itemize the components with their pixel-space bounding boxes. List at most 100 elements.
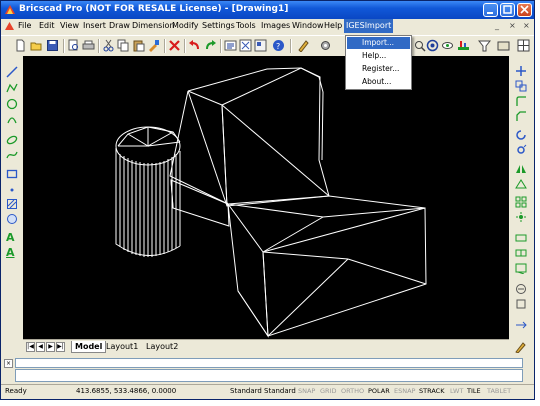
esnap-toggle[interactable]: ESNAP bbox=[394, 387, 415, 395]
rotate-icon[interactable] bbox=[515, 129, 527, 141]
hatch-tool-icon[interactable] bbox=[6, 198, 18, 210]
match-properties-icon[interactable] bbox=[147, 39, 160, 52]
trim-icon[interactable] bbox=[515, 262, 527, 274]
command-line-close-button[interactable]: × bbox=[4, 359, 13, 368]
print-icon[interactable] bbox=[82, 39, 95, 52]
text-tool-icon[interactable]: A bbox=[6, 231, 18, 244]
first-tab-button[interactable]: |◀ bbox=[26, 342, 35, 352]
lwt-toggle[interactable]: LWT bbox=[450, 387, 463, 395]
polar-toggle[interactable]: POLAR bbox=[368, 387, 390, 395]
zoom-icon[interactable] bbox=[413, 39, 426, 52]
pencil-icon[interactable] bbox=[297, 39, 310, 52]
stretch-icon[interactable] bbox=[515, 178, 527, 190]
tile-toggle[interactable]: TILE bbox=[467, 387, 481, 395]
lengthen-icon[interactable] bbox=[515, 319, 527, 331]
multiline-text-tool-icon[interactable]: A bbox=[6, 246, 18, 259]
document-icon[interactable] bbox=[4, 21, 15, 32]
menu-file[interactable]: File bbox=[18, 21, 31, 30]
fillet-icon[interactable] bbox=[515, 95, 527, 107]
menu-draw[interactable]: Draw bbox=[109, 21, 130, 30]
copy-icon[interactable] bbox=[117, 39, 130, 52]
print-preview-icon[interactable] bbox=[67, 39, 80, 52]
open-folder-icon[interactable] bbox=[30, 39, 43, 52]
delete-icon[interactable] bbox=[168, 39, 181, 52]
menu-images[interactable]: Images bbox=[261, 21, 290, 30]
text-style-indicator[interactable]: Standard bbox=[230, 387, 262, 395]
orbit-icon[interactable] bbox=[426, 39, 439, 52]
window-layout-icon[interactable] bbox=[517, 39, 530, 52]
menu-view[interactable]: View bbox=[60, 21, 79, 30]
prev-tab-button[interactable]: ◀ bbox=[36, 342, 45, 352]
move-icon[interactable] bbox=[515, 65, 527, 77]
help-icon[interactable]: ? bbox=[272, 39, 285, 52]
undo-icon[interactable] bbox=[188, 39, 201, 52]
menu-help[interactable]: Help bbox=[324, 21, 342, 30]
mdi-restore-button[interactable]: × bbox=[509, 21, 516, 30]
array-icon[interactable] bbox=[515, 196, 527, 208]
menu-dimension[interactable]: Dimension bbox=[132, 21, 175, 30]
settings-icon[interactable] bbox=[319, 39, 332, 52]
polyline-tool-icon[interactable] bbox=[6, 82, 18, 94]
redo-icon[interactable] bbox=[204, 39, 217, 52]
scale-icon[interactable] bbox=[515, 144, 527, 156]
visibility-icon[interactable] bbox=[441, 39, 454, 52]
arc-tool-icon[interactable] bbox=[6, 113, 18, 125]
last-tab-button[interactable]: ▶| bbox=[56, 342, 65, 352]
menu-item-register[interactable]: Register... bbox=[347, 63, 410, 75]
ortho-toggle[interactable]: ORTHO bbox=[341, 387, 364, 395]
edit-pencil-icon[interactable] bbox=[515, 341, 527, 353]
snap-toggle[interactable]: SNAP bbox=[298, 387, 315, 395]
menu-edit[interactable]: Edit bbox=[39, 21, 55, 30]
grid-toggle[interactable]: GRID bbox=[320, 387, 336, 395]
tab-model[interactable]: Model bbox=[71, 341, 107, 353]
menu-settings[interactable]: Settings bbox=[202, 21, 235, 30]
design-center-icon[interactable] bbox=[239, 39, 252, 52]
circle-tool-icon[interactable] bbox=[6, 98, 18, 110]
tab-layout2[interactable]: Layout2 bbox=[143, 341, 181, 353]
paste-icon[interactable] bbox=[132, 39, 145, 52]
line-tool-icon[interactable] bbox=[6, 66, 18, 78]
menu-item-help[interactable]: Help... bbox=[347, 50, 410, 62]
ellipse-tool-icon[interactable] bbox=[6, 134, 18, 146]
explode-icon[interactable] bbox=[515, 211, 527, 223]
menu-item-import[interactable]: Import... bbox=[347, 37, 410, 49]
maximize-button[interactable] bbox=[500, 3, 515, 17]
save-icon[interactable] bbox=[46, 39, 59, 52]
menu-igesimport[interactable]: IGESImport bbox=[344, 19, 394, 33]
offset-icon[interactable] bbox=[515, 298, 527, 310]
break-icon[interactable] bbox=[515, 232, 527, 244]
mdi-minimize-button[interactable]: _ bbox=[495, 21, 499, 30]
menu-insert[interactable]: Insert bbox=[83, 21, 106, 30]
scroll-icon[interactable] bbox=[497, 39, 510, 52]
tab-layout1[interactable]: Layout1 bbox=[103, 341, 141, 353]
menu-item-about[interactable]: About... bbox=[347, 76, 410, 88]
next-tab-button[interactable]: ▶ bbox=[46, 342, 55, 352]
layer-icon[interactable] bbox=[457, 39, 470, 52]
title-bar[interactable]: Bricscad Pro (NOT FOR RESALE License) - … bbox=[1, 1, 534, 19]
join-icon[interactable] bbox=[515, 247, 527, 259]
menu-window[interactable]: Window bbox=[292, 21, 324, 30]
chamfer-icon[interactable] bbox=[515, 110, 527, 122]
new-file-icon[interactable] bbox=[14, 39, 27, 52]
properties-icon[interactable] bbox=[254, 39, 267, 52]
mdi-close-button[interactable]: × bbox=[523, 21, 530, 30]
minimize-button[interactable] bbox=[483, 3, 498, 17]
mirror-icon[interactable] bbox=[515, 163, 527, 175]
explorer-icon[interactable] bbox=[224, 39, 237, 52]
cut-icon[interactable] bbox=[102, 39, 115, 52]
menu-tools[interactable]: Tools bbox=[236, 21, 256, 30]
region-tool-icon[interactable] bbox=[6, 213, 18, 225]
point-tool-icon[interactable] bbox=[6, 184, 18, 196]
filter-icon[interactable] bbox=[478, 39, 491, 52]
tablet-toggle[interactable]: TABLET bbox=[487, 387, 511, 395]
menu-modify[interactable]: Modify bbox=[172, 21, 199, 30]
extend-icon[interactable] bbox=[515, 283, 527, 295]
spline-tool-icon[interactable] bbox=[6, 149, 18, 161]
rectangle-tool-icon[interactable] bbox=[6, 168, 18, 180]
strack-toggle[interactable]: STRACK bbox=[419, 387, 444, 395]
dim-style-indicator[interactable]: Standard bbox=[264, 387, 296, 395]
command-input[interactable] bbox=[15, 369, 523, 382]
close-button[interactable] bbox=[517, 3, 532, 17]
drawing-canvas[interactable] bbox=[23, 56, 509, 339]
copy-object-icon[interactable] bbox=[515, 80, 527, 92]
